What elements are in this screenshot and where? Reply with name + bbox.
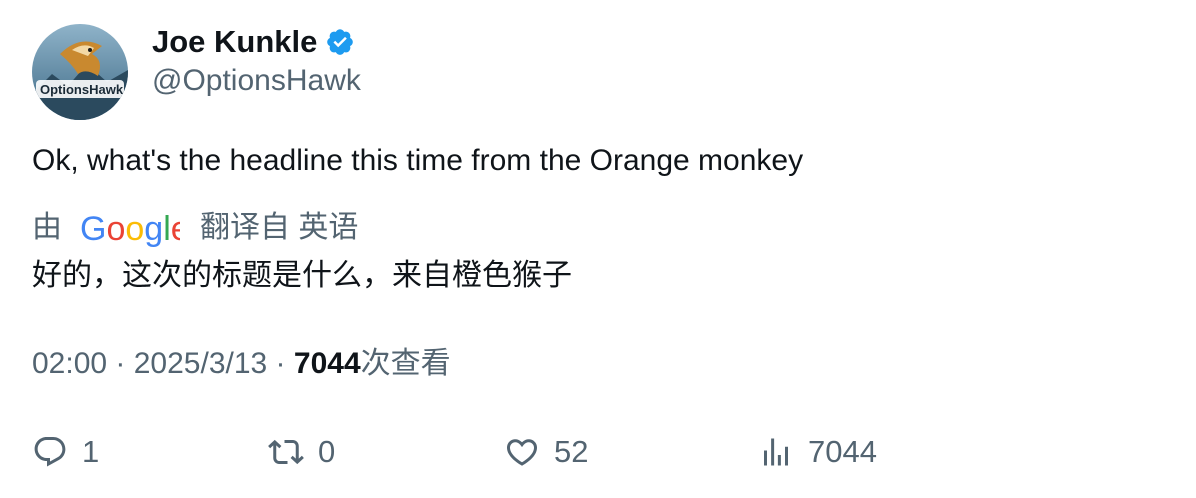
hawk-logo-avatar-icon: OptionsHawk [32, 24, 128, 120]
tweet-date[interactable]: 2025/3/13 [134, 347, 267, 380]
translated-text: 好的，这次的标题是什么，来自橙色猴子 [32, 259, 572, 292]
like-button[interactable]: 52 [504, 428, 588, 476]
avatar-logo-text: OptionsHawk [40, 82, 124, 97]
translation-attribution: 由 Google 翻译自 英语 [32, 206, 358, 250]
action-bar: 1 0 52 7044 [32, 428, 1164, 476]
meta-separator: · [107, 347, 134, 380]
google-logo-text: Google [80, 210, 180, 248]
translation-prefix: 由 [32, 211, 62, 244]
views-action-count: 7044 [808, 434, 877, 469]
tweet-time[interactable]: 02:00 [32, 347, 107, 380]
tweet-meta: 02:00 · 2025/3/13 · 7044次查看 [32, 342, 451, 386]
reply-icon [34, 437, 66, 467]
analytics-icon [764, 438, 788, 466]
author-name-row: Joe Kunkle [152, 22, 355, 62]
author-display-name[interactable]: Joe Kunkle [152, 22, 317, 62]
heart-icon [506, 439, 538, 466]
views-button[interactable]: 7044 [758, 428, 877, 476]
translation-suffix: 翻译自 英语 [200, 211, 359, 244]
avatar[interactable]: OptionsHawk [32, 24, 128, 120]
tweet-text: Ok, what's the headline this time from t… [32, 144, 804, 177]
reply-count: 1 [82, 434, 100, 469]
like-count: 52 [554, 434, 589, 469]
google-logo-icon: Google [80, 206, 190, 250]
author-handle[interactable]: @OptionsHawk [152, 62, 361, 100]
retweet-icon [268, 439, 304, 465]
views-count: 7044 [293, 347, 361, 380]
retweet-button[interactable]: 0 [268, 428, 335, 476]
views-label: 次查看 [360, 347, 451, 380]
retweet-count: 0 [318, 434, 336, 469]
verified-badge-icon [325, 27, 355, 57]
meta-separator: · [267, 347, 294, 380]
reply-button[interactable]: 1 [32, 428, 99, 476]
